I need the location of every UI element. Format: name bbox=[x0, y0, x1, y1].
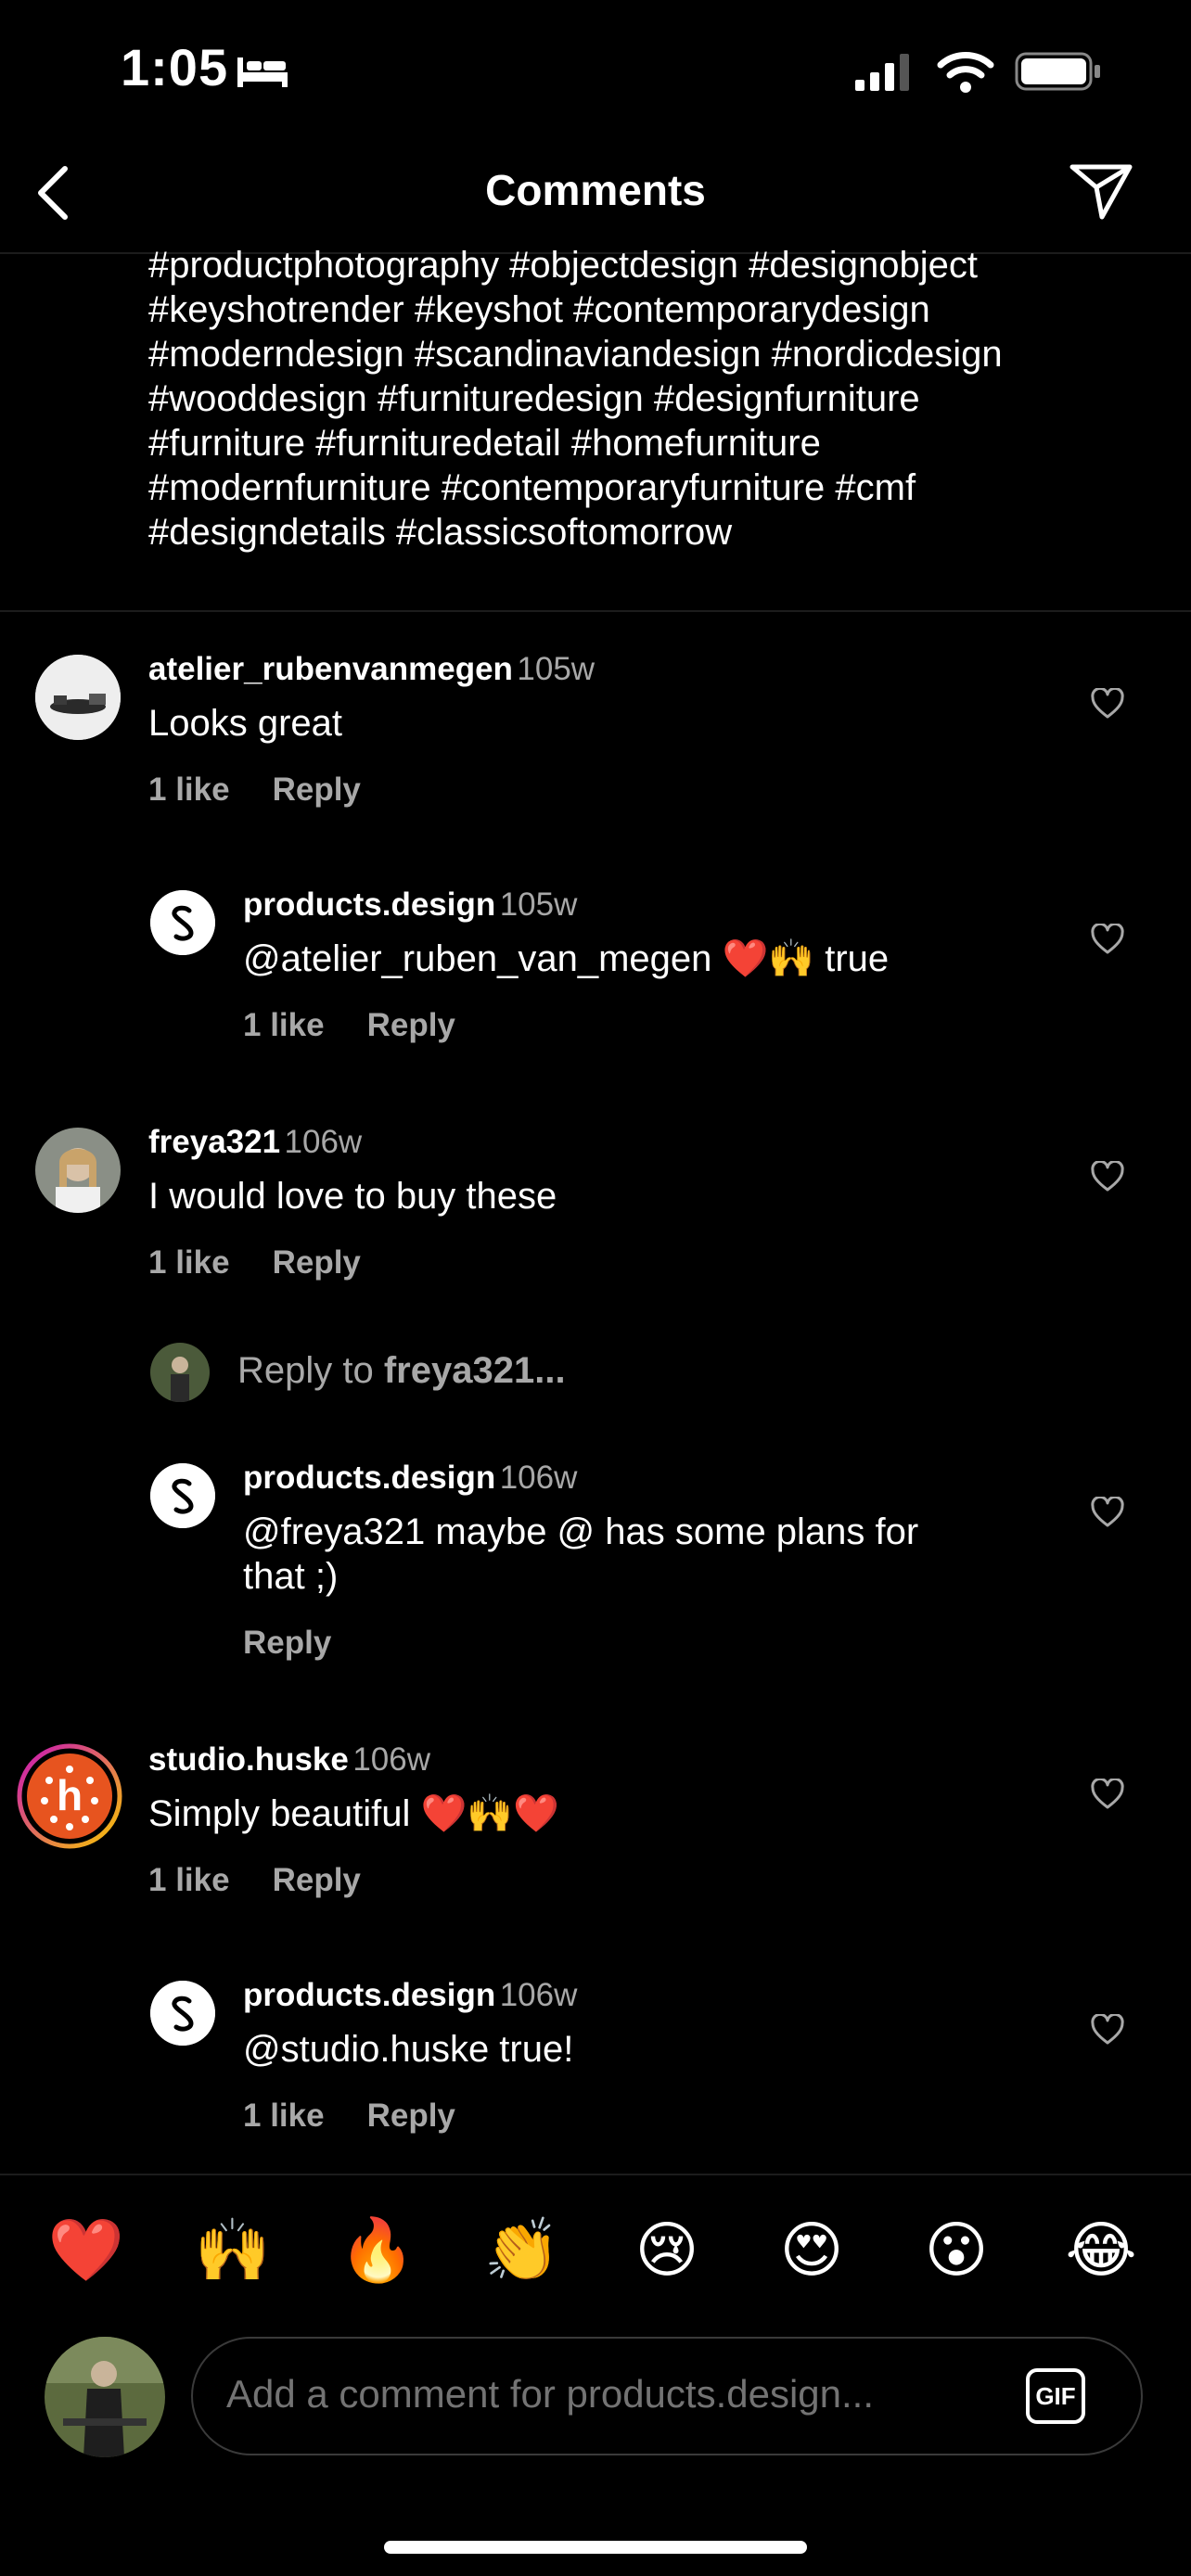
reply-hint-prefix: Reply to bbox=[237, 1350, 384, 1391]
comment-text: Simply beautiful ❤️🙌❤️ bbox=[148, 1793, 559, 1834]
heart-icon[interactable] bbox=[1091, 688, 1124, 720]
comment-time: 106w bbox=[284, 1124, 363, 1160]
emoji-raised-hands-button[interactable]: 🙌 bbox=[182, 2213, 284, 2287]
avatar[interactable] bbox=[150, 1981, 215, 2046]
comment-username[interactable]: atelier_rubenvanmegen bbox=[148, 651, 513, 687]
comment-text: @atelier_ruben_van_megen ❤️🙌 true bbox=[243, 938, 890, 979]
comment-header: products.design 105w bbox=[243, 886, 577, 924]
emoji-bar-divider bbox=[0, 2174, 1191, 2175]
wifi-icon bbox=[937, 52, 994, 93]
avatar bbox=[150, 1343, 210, 1402]
like-count[interactable]: 1 like bbox=[243, 1007, 325, 1043]
heart-icon[interactable] bbox=[1091, 1779, 1124, 1810]
comment-header: products.design 106w bbox=[243, 1977, 577, 2014]
reply-button[interactable]: Reply bbox=[273, 1862, 361, 1898]
page-title: Comments bbox=[485, 166, 706, 214]
current-user-avatar bbox=[45, 2337, 165, 2457]
comment-time: 105w bbox=[517, 651, 596, 687]
emoji-heart-button[interactable]: ❤️ bbox=[35, 2213, 137, 2287]
like-count[interactable]: 1 like bbox=[148, 1862, 230, 1898]
comment-username[interactable]: studio.huske bbox=[148, 1741, 349, 1778]
comment-text: @freya321 maybe @ has some plans for tha… bbox=[243, 1511, 919, 1597]
heart-icon[interactable] bbox=[1091, 2014, 1124, 2046]
comment-username[interactable]: products.design bbox=[243, 1977, 495, 2013]
home-indicator[interactable] bbox=[384, 2541, 807, 2554]
comment-actions: Reply bbox=[243, 1625, 374, 1662]
comment-text: Looks great bbox=[148, 703, 343, 744]
comment-header: atelier_rubenvanmegen 105w bbox=[148, 651, 595, 688]
avatar[interactable] bbox=[35, 655, 121, 740]
comment-input-placeholder[interactable]: Add a comment for products.design... bbox=[226, 2372, 874, 2417]
reply-button[interactable]: Reply bbox=[367, 2098, 455, 2134]
avatar[interactable] bbox=[150, 890, 215, 955]
reply-button[interactable]: Reply bbox=[273, 1244, 361, 1281]
heart-icon[interactable] bbox=[1091, 1497, 1124, 1528]
like-count[interactable]: 1 like bbox=[148, 772, 230, 808]
emoji-heart-eyes-button[interactable]: 😍 bbox=[761, 2213, 863, 2287]
gif-button[interactable]: GIF bbox=[1026, 2368, 1085, 2424]
like-count[interactable]: 1 like bbox=[148, 1244, 230, 1281]
comment-username[interactable]: products.design bbox=[243, 1460, 495, 1496]
like-count[interactable]: 1 like bbox=[243, 2098, 325, 2134]
emoji-laughing-button[interactable]: 😂 bbox=[1050, 2213, 1152, 2287]
avatar[interactable] bbox=[150, 1463, 215, 1528]
emoji-clap-button[interactable]: 👏 bbox=[471, 2213, 573, 2287]
svg-text:h: h bbox=[57, 1771, 83, 1819]
comment-actions: 1 like Reply bbox=[148, 1862, 403, 1899]
caption-divider bbox=[0, 610, 1191, 612]
post-caption: #productphotography #objectdesign #desig… bbox=[148, 245, 1003, 553]
reply-button[interactable]: Reply bbox=[243, 1625, 331, 1661]
comment-actions: 1 like Reply bbox=[148, 772, 403, 809]
comment-time: 105w bbox=[499, 886, 578, 923]
heart-icon[interactable] bbox=[1091, 1161, 1124, 1192]
comment-actions: 1 like Reply bbox=[243, 2098, 498, 2135]
reply-hint-user: freya321... bbox=[383, 1350, 566, 1391]
cellular-signal-icon bbox=[855, 54, 909, 91]
comment-header: products.design 106w bbox=[243, 1460, 577, 1497]
emoji-surprised-button[interactable]: 😮 bbox=[905, 2213, 1007, 2287]
bed-icon bbox=[237, 57, 288, 87]
comment-text: @studio.huske true! bbox=[243, 2029, 574, 2070]
comment-header: studio.huske 106w bbox=[148, 1741, 430, 1779]
comment-actions: 1 like Reply bbox=[148, 1244, 403, 1282]
comment-username[interactable]: freya321 bbox=[148, 1124, 280, 1160]
battery-icon bbox=[1015, 52, 1100, 91]
heart-icon[interactable] bbox=[1091, 924, 1124, 955]
comment-text: I would love to buy these bbox=[148, 1176, 557, 1217]
comment-username[interactable]: products.design bbox=[243, 886, 495, 923]
comment-time: 106w bbox=[352, 1741, 430, 1778]
comment-header: freya321 106w bbox=[148, 1124, 362, 1161]
emoji-fire-button[interactable]: 🔥 bbox=[327, 2213, 429, 2287]
status-time: 1:05 bbox=[121, 38, 229, 96]
comment-time: 106w bbox=[499, 1460, 578, 1496]
reply-button[interactable]: Reply bbox=[367, 1007, 455, 1043]
reply-hint[interactable]: Reply to freya321... bbox=[237, 1350, 566, 1392]
avatar[interactable] bbox=[35, 1128, 121, 1213]
paper-plane-icon[interactable] bbox=[1069, 161, 1133, 221]
emoji-crying-button[interactable]: 😢 bbox=[616, 2213, 718, 2287]
comment-time: 106w bbox=[499, 1977, 578, 2013]
reply-button[interactable]: Reply bbox=[273, 772, 361, 808]
avatar-story-ring[interactable]: h bbox=[17, 1743, 122, 1849]
comment-actions: 1 like Reply bbox=[243, 1007, 498, 1044]
